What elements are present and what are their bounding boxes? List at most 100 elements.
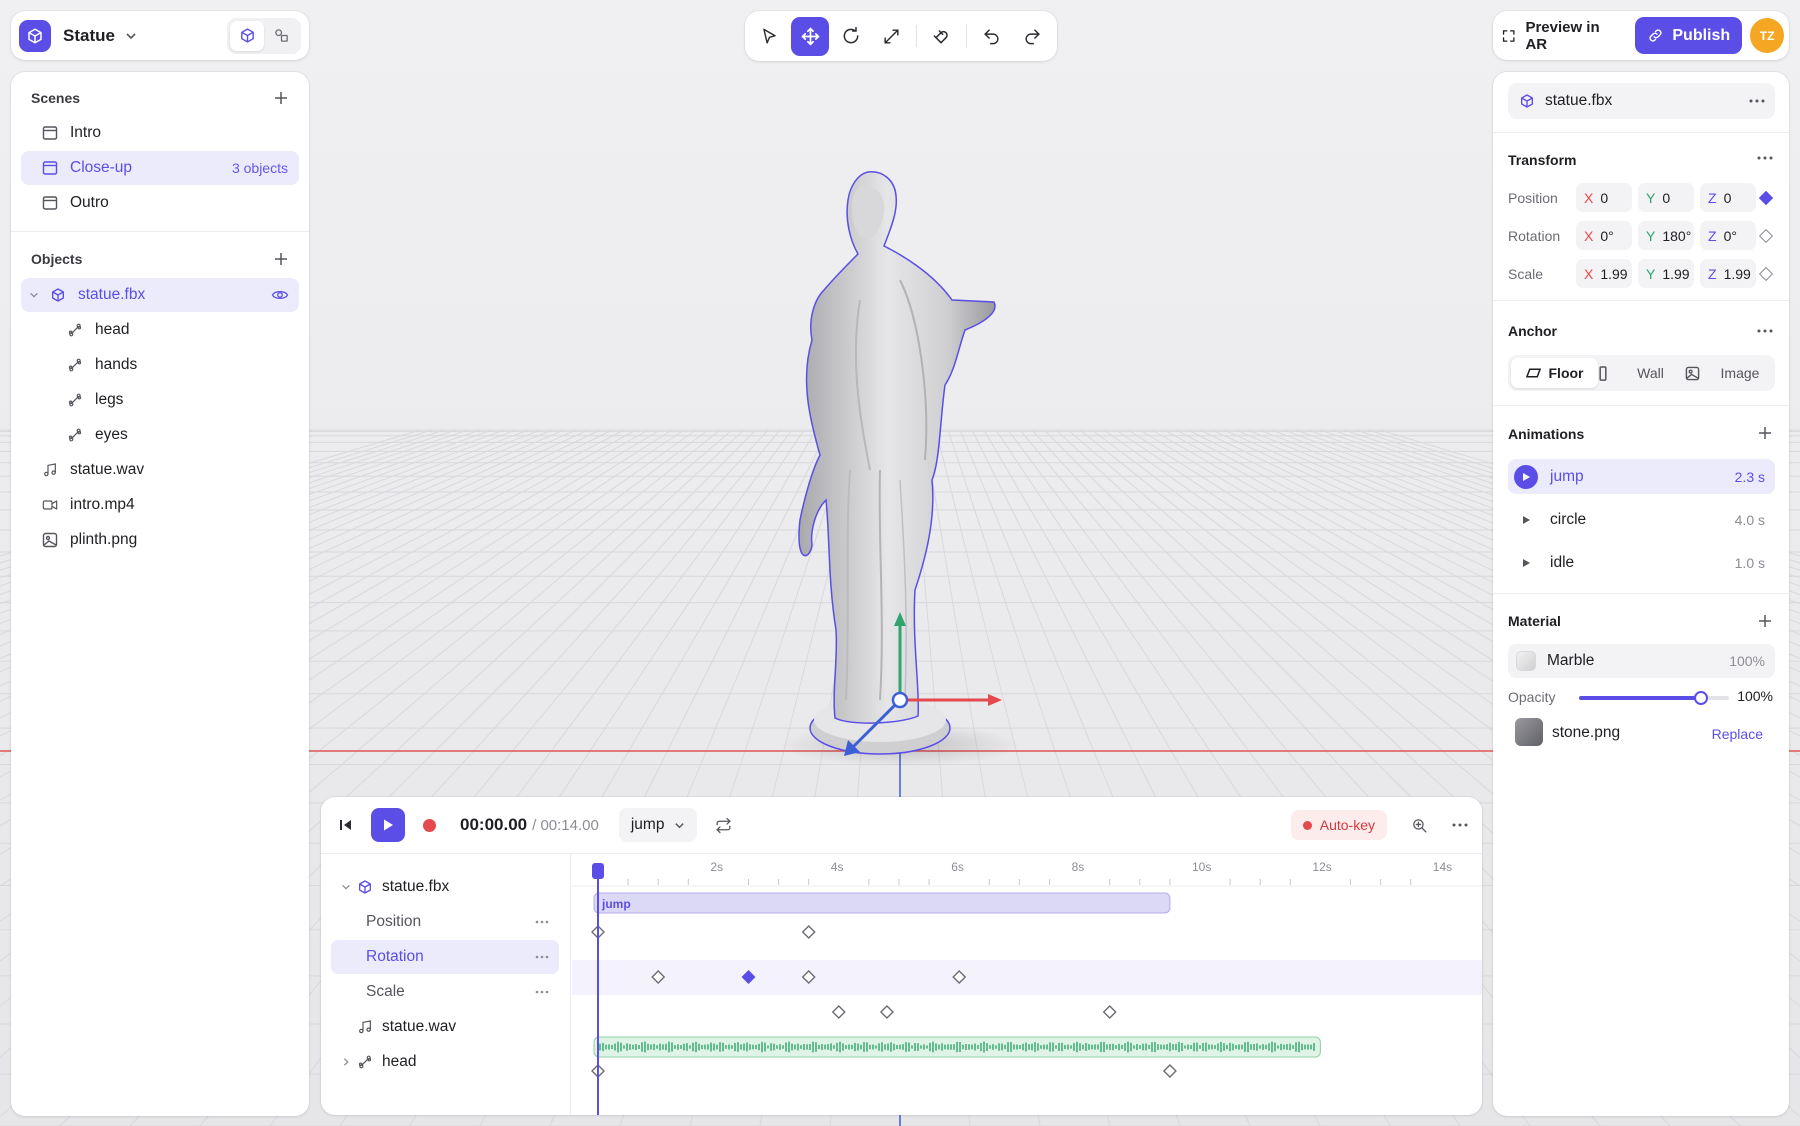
scene-item-outro[interactable]: Outro <box>21 186 299 220</box>
object-item-intro-mp4[interactable]: intro.mp4 <box>21 488 299 522</box>
object-item-eyes[interactable]: eyes <box>21 418 299 452</box>
magnet-icon[interactable] <box>923 17 960 56</box>
avatar[interactable]: TZ <box>1750 18 1784 53</box>
bone-icon <box>66 391 84 409</box>
keyframe-toggle-icon[interactable] <box>1758 266 1774 282</box>
keyframe-diamond[interactable] <box>879 1005 894 1019</box>
chevron-down-icon[interactable] <box>341 882 357 892</box>
inspector-file-header[interactable]: statue.fbx <box>1508 83 1775 119</box>
anchor-toggle[interactable]: Floor Wall Image <box>1508 355 1775 391</box>
track-scale[interactable]: Scale <box>331 975 559 1009</box>
scale-x-field[interactable]: X 1.99 <box>1576 259 1632 288</box>
loop-icon[interactable] <box>715 817 732 834</box>
position-z-field[interactable]: Z0 <box>1700 183 1756 212</box>
project-name[interactable]: Statue <box>63 26 115 46</box>
anchor-floor-option[interactable]: Floor <box>1511 358 1598 388</box>
object-item-plinth-png[interactable]: plinth.png <box>21 523 299 557</box>
cube-view-icon[interactable] <box>230 20 264 51</box>
undo-icon[interactable] <box>973 17 1010 56</box>
rotate-icon[interactable] <box>832 17 869 56</box>
track-head[interactable]: head <box>331 1045 559 1079</box>
material-percent: 100% <box>1729 653 1765 669</box>
play-icon[interactable] <box>1514 464 1538 489</box>
track-statue-wav[interactable]: statue.wav <box>331 1010 559 1044</box>
position-x-field[interactable]: X0 <box>1576 183 1632 212</box>
eye-icon[interactable] <box>271 286 289 304</box>
track-rotation[interactable]: Rotation <box>331 940 559 974</box>
add-animation-icon[interactable] <box>1757 425 1773 441</box>
bone-icon <box>357 1054 373 1070</box>
add-scene-icon[interactable] <box>273 90 291 108</box>
rotation-x-field[interactable]: X 0° <box>1576 221 1632 250</box>
object-item-head[interactable]: head <box>21 313 299 347</box>
scale-y-field[interactable]: Y 1.99 <box>1638 259 1694 288</box>
scale-icon[interactable] <box>872 17 909 56</box>
play-button[interactable] <box>371 808 405 842</box>
opacity-slider-handle[interactable] <box>1694 691 1708 705</box>
keyframe-toggle-icon[interactable] <box>1758 190 1774 206</box>
autokey-toggle[interactable]: Auto-key <box>1290 810 1387 840</box>
rotation-y-field[interactable]: Y 180° <box>1638 221 1694 250</box>
animation-duration: 2.3 s <box>1734 468 1765 485</box>
objects-heading: Objects <box>31 251 83 267</box>
object-item-hands[interactable]: hands <box>21 348 299 382</box>
more-icon[interactable] <box>535 990 549 994</box>
more-icon[interactable] <box>1452 823 1468 827</box>
view-mode-toggle[interactable] <box>227 17 301 54</box>
zoom-in-icon[interactable] <box>1411 817 1428 834</box>
chevron-down-icon[interactable] <box>125 30 137 42</box>
animation-item-idle[interactable]: idle 1.0 s <box>1508 545 1775 580</box>
rotation-z-field[interactable]: Z 0° <box>1700 221 1756 250</box>
select-icon[interactable] <box>751 17 788 56</box>
anchor-image-option[interactable]: Image <box>1685 358 1772 388</box>
more-icon[interactable] <box>1749 99 1765 103</box>
clip-select[interactable]: jump <box>618 808 698 842</box>
add-object-icon[interactable] <box>273 251 291 269</box>
play-icon[interactable] <box>1514 508 1538 532</box>
anchor-wall-option[interactable]: Wall <box>1598 358 1685 388</box>
publish-button[interactable]: Publish <box>1635 17 1743 54</box>
more-icon[interactable] <box>535 955 549 959</box>
material-row[interactable]: Marble 100% <box>1508 644 1775 678</box>
keyframe-diamond[interactable] <box>831 1005 846 1019</box>
shapes-view-icon[interactable] <box>264 21 298 51</box>
playhead-handle[interactable] <box>592 863 604 879</box>
keyframe-diamond[interactable] <box>1162 1064 1177 1078</box>
project-switcher[interactable]: Statue <box>11 11 309 60</box>
add-material-icon[interactable] <box>1757 613 1773 629</box>
track-position[interactable]: Position <box>331 905 559 939</box>
animation-item-circle[interactable]: circle 4.0 s <box>1508 502 1775 537</box>
scene-item-close-up[interactable]: Close-up 3 objects <box>21 151 299 185</box>
keyframe-toggle-icon[interactable] <box>1758 228 1774 244</box>
chevron-right-icon[interactable] <box>341 1057 357 1067</box>
object-item-statue-wav[interactable]: statue.wav <box>21 453 299 487</box>
timeline-grid[interactable]: s2s4s6s8s10s12s14sjump <box>572 853 1482 1115</box>
chevron-down-icon[interactable] <box>29 290 41 300</box>
bone-icon <box>66 321 84 339</box>
object-item-legs[interactable]: legs <box>21 383 299 417</box>
app-logo-icon <box>19 19 51 52</box>
record-button[interactable] <box>423 818 436 832</box>
skip-to-start-icon[interactable] <box>335 818 357 832</box>
scene-icon <box>41 124 59 142</box>
object-item-statue-fbx[interactable]: statue.fbx <box>21 278 299 312</box>
opacity-slider[interactable] <box>1579 691 1729 705</box>
redo-icon[interactable] <box>1014 17 1051 56</box>
scale-z-field[interactable]: Z 1.99 <box>1700 259 1756 288</box>
animation-item-jump[interactable]: jump 2.3 s <box>1508 459 1775 494</box>
keyframe-diamond[interactable] <box>1102 1005 1117 1019</box>
axis-y-label: Y <box>1646 265 1656 282</box>
scene-item-intro[interactable]: Intro <box>21 116 299 150</box>
preview-ar-button[interactable]: Preview in AR <box>1501 19 1621 53</box>
keyframe-diamond[interactable] <box>801 925 816 939</box>
more-icon[interactable] <box>1757 156 1773 160</box>
move-icon[interactable] <box>791 16 829 56</box>
replace-texture-button[interactable]: Replace <box>1712 726 1763 742</box>
position-y-value: 0 <box>1662 189 1671 206</box>
more-icon[interactable] <box>535 920 549 924</box>
play-icon[interactable] <box>1514 551 1538 575</box>
more-icon[interactable] <box>1757 329 1773 333</box>
position-y-field[interactable]: Y0 <box>1638 183 1694 212</box>
track-statue-fbx[interactable]: statue.fbx <box>331 870 559 904</box>
clip-bar-jump[interactable] <box>593 892 1171 914</box>
